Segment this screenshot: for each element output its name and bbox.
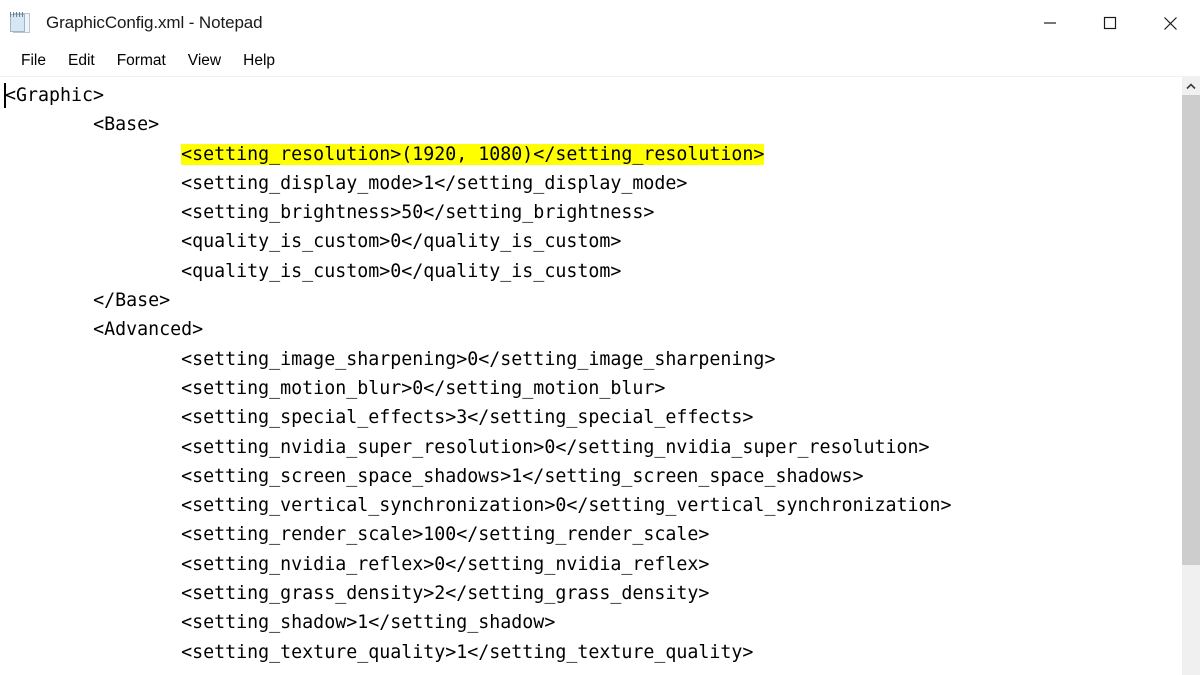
code-text: </Base>	[93, 290, 171, 312]
close-button[interactable]	[1140, 0, 1200, 46]
title-bar: GraphicConfig.xml - Notepad	[0, 0, 1200, 46]
code-text: <setting_grass_density>2</setting_grass_…	[181, 583, 710, 605]
notepad-icon	[9, 11, 35, 35]
maximize-icon	[1103, 16, 1117, 30]
code-text: <setting_texture_quality>1</setting_text…	[181, 641, 754, 663]
code-text: <Base>	[93, 114, 160, 136]
code-text: <setting_nvidia_super_resolution>0</sett…	[181, 436, 930, 458]
code-text: <setting_nvidia_reflex>0</setting_nvidia…	[181, 553, 710, 575]
vertical-scrollbar[interactable]	[1181, 77, 1200, 675]
code-line: <setting_special_effects>3</setting_spec…	[5, 403, 1181, 432]
code-text: <quality_is_custom>0</quality_is_custom>	[181, 260, 622, 282]
code-line: <setting_shadow>1</setting_shadow>	[5, 608, 1181, 637]
scroll-up-button[interactable]	[1182, 77, 1200, 95]
code-text: <setting_special_effects>3</setting_spec…	[181, 407, 754, 429]
code-line: <setting_texture_quality>1</setting_text…	[5, 638, 1181, 667]
window-controls	[1020, 0, 1200, 46]
code-line: <Graphic>	[5, 81, 1181, 110]
text-editor[interactable]: <Graphic> <Base> <setting_resolution>(19…	[0, 77, 1181, 675]
code-text: <quality_is_custom>0</quality_is_custom>	[181, 231, 622, 253]
code-text: <Graphic>	[5, 85, 105, 106]
code-line: <setting_image_sharpening>0</setting_ima…	[5, 345, 1181, 374]
menu-item-edit[interactable]: Edit	[57, 50, 106, 73]
menu-item-help[interactable]: Help	[232, 50, 286, 73]
code-text: <setting_brightness>50</setting_brightne…	[181, 202, 655, 224]
code-text: <setting_motion_blur>0</setting_motion_b…	[181, 377, 666, 399]
code-line: <setting_display_mode>1</setting_display…	[5, 169, 1181, 198]
code-line: <setting_nvidia_reflex>0</setting_nvidia…	[5, 550, 1181, 579]
title-bar-left: GraphicConfig.xml - Notepad	[0, 11, 263, 35]
close-icon	[1163, 16, 1177, 30]
text-caret	[4, 83, 6, 108]
code-text: <setting_image_sharpening>0</setting_ima…	[181, 348, 776, 370]
code-line: <Base>	[5, 110, 1181, 139]
chevron-up-icon	[1186, 82, 1196, 89]
code-text: <setting_display_mode>1</setting_display…	[181, 172, 688, 194]
code-line: <setting_vertical_synchronization>0</set…	[5, 491, 1181, 520]
scrollbar-track[interactable]	[1182, 95, 1200, 675]
code-line: <setting_render_scale>100</setting_rende…	[5, 520, 1181, 549]
minimize-icon	[1044, 22, 1056, 24]
code-line: <setting_motion_blur>0</setting_motion_b…	[5, 374, 1181, 403]
menu-item-file[interactable]: File	[10, 50, 57, 73]
code-text: <setting_render_scale>100</setting_rende…	[181, 524, 710, 546]
code-text: <Advanced>	[93, 319, 204, 341]
code-line: <setting_resolution>(1920, 1080)</settin…	[5, 140, 1181, 169]
code-text: <setting_screen_space_shadows>1</setting…	[181, 465, 864, 487]
code-line: <quality_is_custom>0</quality_is_custom>	[5, 257, 1181, 286]
menu-bar: File Edit Format View Help	[0, 46, 1200, 76]
code-text: <setting_vertical_synchronization>0</set…	[181, 495, 952, 517]
code-line: <Advanced>	[5, 315, 1181, 344]
scrollbar-thumb[interactable]	[1182, 95, 1200, 565]
editor-area: <Graphic> <Base> <setting_resolution>(19…	[0, 76, 1200, 675]
code-line: </Base>	[5, 286, 1181, 315]
maximize-button[interactable]	[1080, 0, 1140, 46]
notepad-window: GraphicConfig.xml - Notepad File Edit Fo…	[0, 0, 1200, 675]
menu-item-format[interactable]: Format	[106, 50, 177, 73]
code-line: <setting_brightness>50</setting_brightne…	[5, 198, 1181, 227]
window-title: GraphicConfig.xml - Notepad	[46, 13, 263, 32]
code-text: <setting_shadow>1</setting_shadow>	[181, 612, 556, 634]
highlighted-code-text: <setting_resolution>(1920, 1080)</settin…	[181, 143, 765, 165]
minimize-button[interactable]	[1020, 0, 1080, 46]
code-line: <setting_grass_density>2</setting_grass_…	[5, 579, 1181, 608]
xml-content[interactable]: <Graphic> <Base> <setting_resolution>(19…	[0, 77, 1181, 667]
code-line: <setting_screen_space_shadows>1</setting…	[5, 462, 1181, 491]
code-line: <quality_is_custom>0</quality_is_custom>	[5, 227, 1181, 256]
code-line: <setting_nvidia_super_resolution>0</sett…	[5, 433, 1181, 462]
menu-item-view[interactable]: View	[177, 50, 232, 73]
